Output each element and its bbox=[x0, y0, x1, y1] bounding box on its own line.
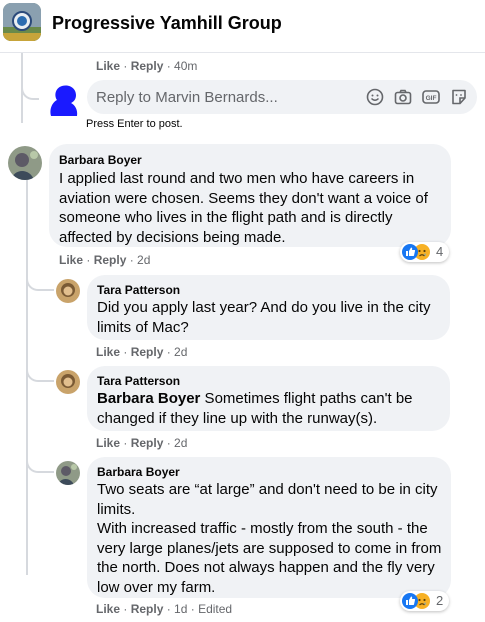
comment-author[interactable]: Barbara Boyer bbox=[59, 153, 142, 167]
comment-time[interactable]: 2d bbox=[174, 436, 187, 450]
comment-actions: Like · Reply · 2d bbox=[59, 253, 151, 267]
reply-composer[interactable]: GIF bbox=[87, 80, 477, 114]
avatar[interactable] bbox=[8, 146, 42, 180]
thread-connector bbox=[26, 366, 54, 382]
reply-link[interactable]: Reply bbox=[131, 436, 164, 450]
comment-author[interactable]: Barbara Boyer bbox=[97, 465, 180, 479]
current-user-avatar bbox=[45, 82, 81, 118]
like-link[interactable]: Like bbox=[96, 345, 120, 359]
like-reaction-icon bbox=[402, 244, 418, 260]
reaction-summary[interactable]: 4 bbox=[400, 242, 449, 262]
comment-text: I applied last round and two men who hav… bbox=[59, 170, 428, 246]
press-enter-hint: Press Enter to post. bbox=[86, 118, 183, 130]
comment-paragraph: With increased traffic - mostly from the… bbox=[97, 520, 442, 596]
comment-actions: Like · Reply · 2d bbox=[96, 345, 188, 359]
group-header: Progressive Yamhill Group bbox=[0, 0, 485, 53]
comment-text: Two seats are “at large” and don't need … bbox=[97, 480, 443, 597]
like-link[interactable]: Like bbox=[96, 602, 120, 616]
comment-text: Barbara Boyer Sometimes flight paths can… bbox=[97, 390, 413, 427]
svg-text:GIF: GIF bbox=[426, 95, 437, 102]
previous-comment-actions: Like · Reply · 40m bbox=[96, 59, 198, 73]
comment-bubble: Tara Patterson Barbara Boyer Sometimes f… bbox=[87, 366, 450, 431]
emoji-icon[interactable] bbox=[365, 87, 385, 107]
avatar[interactable] bbox=[56, 370, 80, 394]
reply-link[interactable]: Reply bbox=[131, 602, 164, 616]
group-photo-icon[interactable] bbox=[3, 3, 41, 41]
edited-label: Edited bbox=[198, 602, 233, 616]
like-link[interactable]: Like bbox=[96, 59, 120, 73]
comment-paragraph: Two seats are “at large” and don't need … bbox=[97, 481, 438, 518]
reply-link[interactable]: Reply bbox=[131, 345, 164, 359]
mention-link[interactable]: Barbara Boyer bbox=[97, 390, 200, 407]
reaction-count: 2 bbox=[436, 593, 444, 608]
like-reaction-icon bbox=[402, 593, 418, 609]
group-title[interactable]: Progressive Yamhill Group bbox=[52, 13, 282, 34]
comment-author[interactable]: Tara Patterson bbox=[97, 374, 180, 388]
comment-time[interactable]: 2d bbox=[137, 253, 150, 267]
thread-connector bbox=[26, 457, 54, 473]
avatar[interactable] bbox=[56, 461, 80, 485]
reply-link[interactable]: Reply bbox=[131, 59, 164, 73]
comment-bubble: Barbara Boyer I applied last round and t… bbox=[49, 144, 451, 247]
reaction-summary[interactable]: 2 bbox=[400, 591, 449, 611]
comment-text: Did you apply last year? And do you live… bbox=[97, 299, 431, 336]
thread-connector bbox=[21, 65, 39, 100]
thread-connector bbox=[26, 275, 54, 291]
reply-link[interactable]: Reply bbox=[94, 253, 127, 267]
camera-icon[interactable] bbox=[393, 87, 413, 107]
like-link[interactable]: Like bbox=[59, 253, 83, 267]
avatar[interactable] bbox=[56, 279, 80, 303]
comment-time[interactable]: 40m bbox=[174, 59, 197, 73]
like-link[interactable]: Like bbox=[96, 436, 120, 450]
comment-actions: Like · Reply · 1d · Edited bbox=[96, 602, 233, 616]
comment-time[interactable]: 2d bbox=[174, 345, 187, 359]
reaction-count: 4 bbox=[436, 244, 444, 259]
comment-bubble: Barbara Boyer Two seats are “at large” a… bbox=[87, 457, 451, 598]
reply-input[interactable] bbox=[96, 86, 346, 108]
comment-time[interactable]: 1d bbox=[174, 602, 187, 616]
comment-actions: Like · Reply · 2d bbox=[96, 436, 188, 450]
comment-bubble: Tara Patterson Did you apply last year? … bbox=[87, 275, 450, 340]
gif-icon[interactable]: GIF bbox=[421, 87, 441, 107]
sticker-icon[interactable] bbox=[449, 87, 469, 107]
comment-author[interactable]: Tara Patterson bbox=[97, 283, 180, 297]
